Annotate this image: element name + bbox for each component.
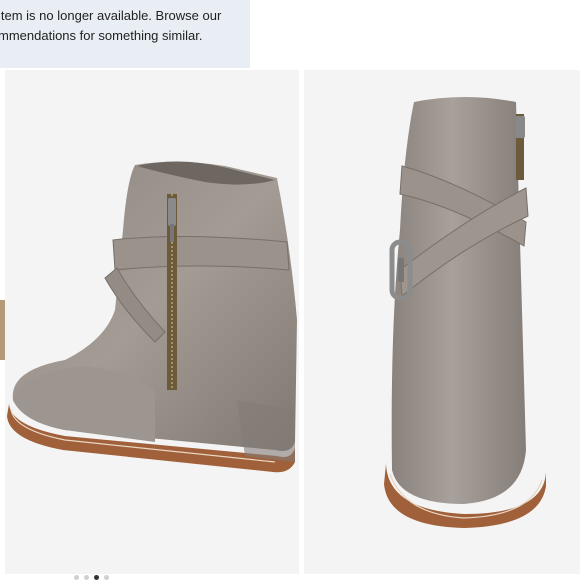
product-page: item is no longer available. Browse our … xyxy=(0,0,580,580)
unavailable-notice: item is no longer available. Browse our … xyxy=(0,0,250,68)
notice-text-line-1: item is no longer available. Browse our xyxy=(0,8,222,23)
boot-back-illustration xyxy=(384,97,546,528)
notice-text-line-2: mmendations for something similar. xyxy=(0,28,203,43)
boot-side-illustration xyxy=(7,161,297,473)
carousel-dot[interactable] xyxy=(84,575,89,580)
product-image-side[interactable] xyxy=(5,70,299,574)
carousel-dot-active[interactable] xyxy=(94,575,99,580)
carousel-dot[interactable] xyxy=(104,575,109,580)
carousel-indicator xyxy=(74,575,109,580)
carousel-dot[interactable] xyxy=(74,575,79,580)
product-image-back[interactable] xyxy=(304,70,580,574)
